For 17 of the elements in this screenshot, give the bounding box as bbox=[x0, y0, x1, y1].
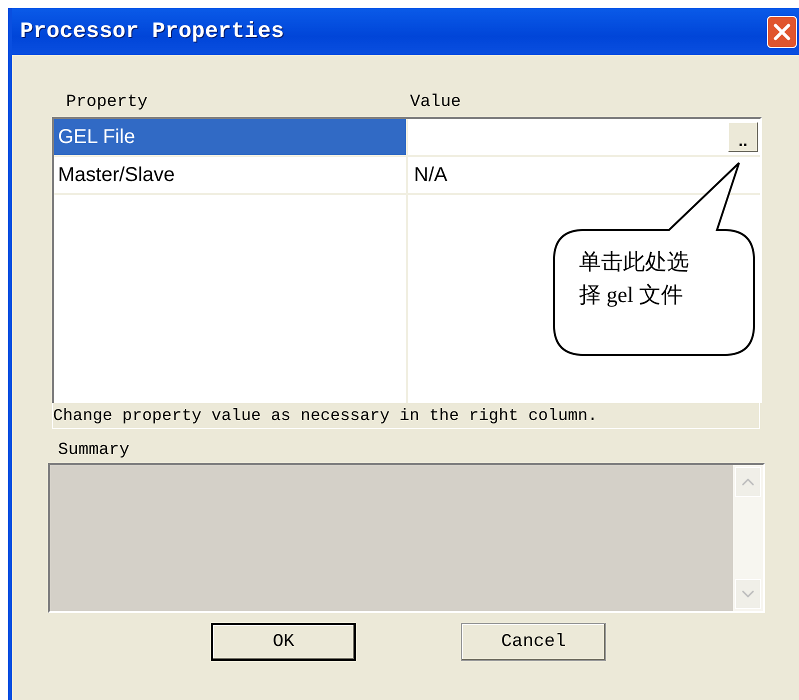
callout-text: 单击此处选择 gel 文件 bbox=[579, 248, 690, 309]
scrollbar[interactable] bbox=[733, 465, 763, 611]
browse-button[interactable]: .. bbox=[728, 122, 758, 152]
scroll-up-button[interactable] bbox=[735, 467, 761, 497]
value-cell[interactable]: .. bbox=[408, 119, 760, 155]
scroll-down-button[interactable] bbox=[735, 579, 761, 609]
hint-text: Change property value as necessary in the right column. bbox=[52, 403, 760, 429]
close-button[interactable] bbox=[767, 16, 797, 48]
column-header: Property bbox=[65, 93, 149, 114]
window-title: Processor Properties bbox=[20, 19, 284, 44]
value-cell[interactable]: N/A bbox=[408, 157, 760, 193]
summary-label: Summary bbox=[58, 441, 130, 462]
cancel-button[interactable]: Cancel bbox=[461, 623, 606, 661]
ok-button[interactable]: OK bbox=[211, 623, 356, 661]
value-text: N/A bbox=[414, 164, 448, 186]
column-header: Value bbox=[409, 93, 462, 114]
property-cell[interactable]: GEL File bbox=[54, 119, 408, 155]
